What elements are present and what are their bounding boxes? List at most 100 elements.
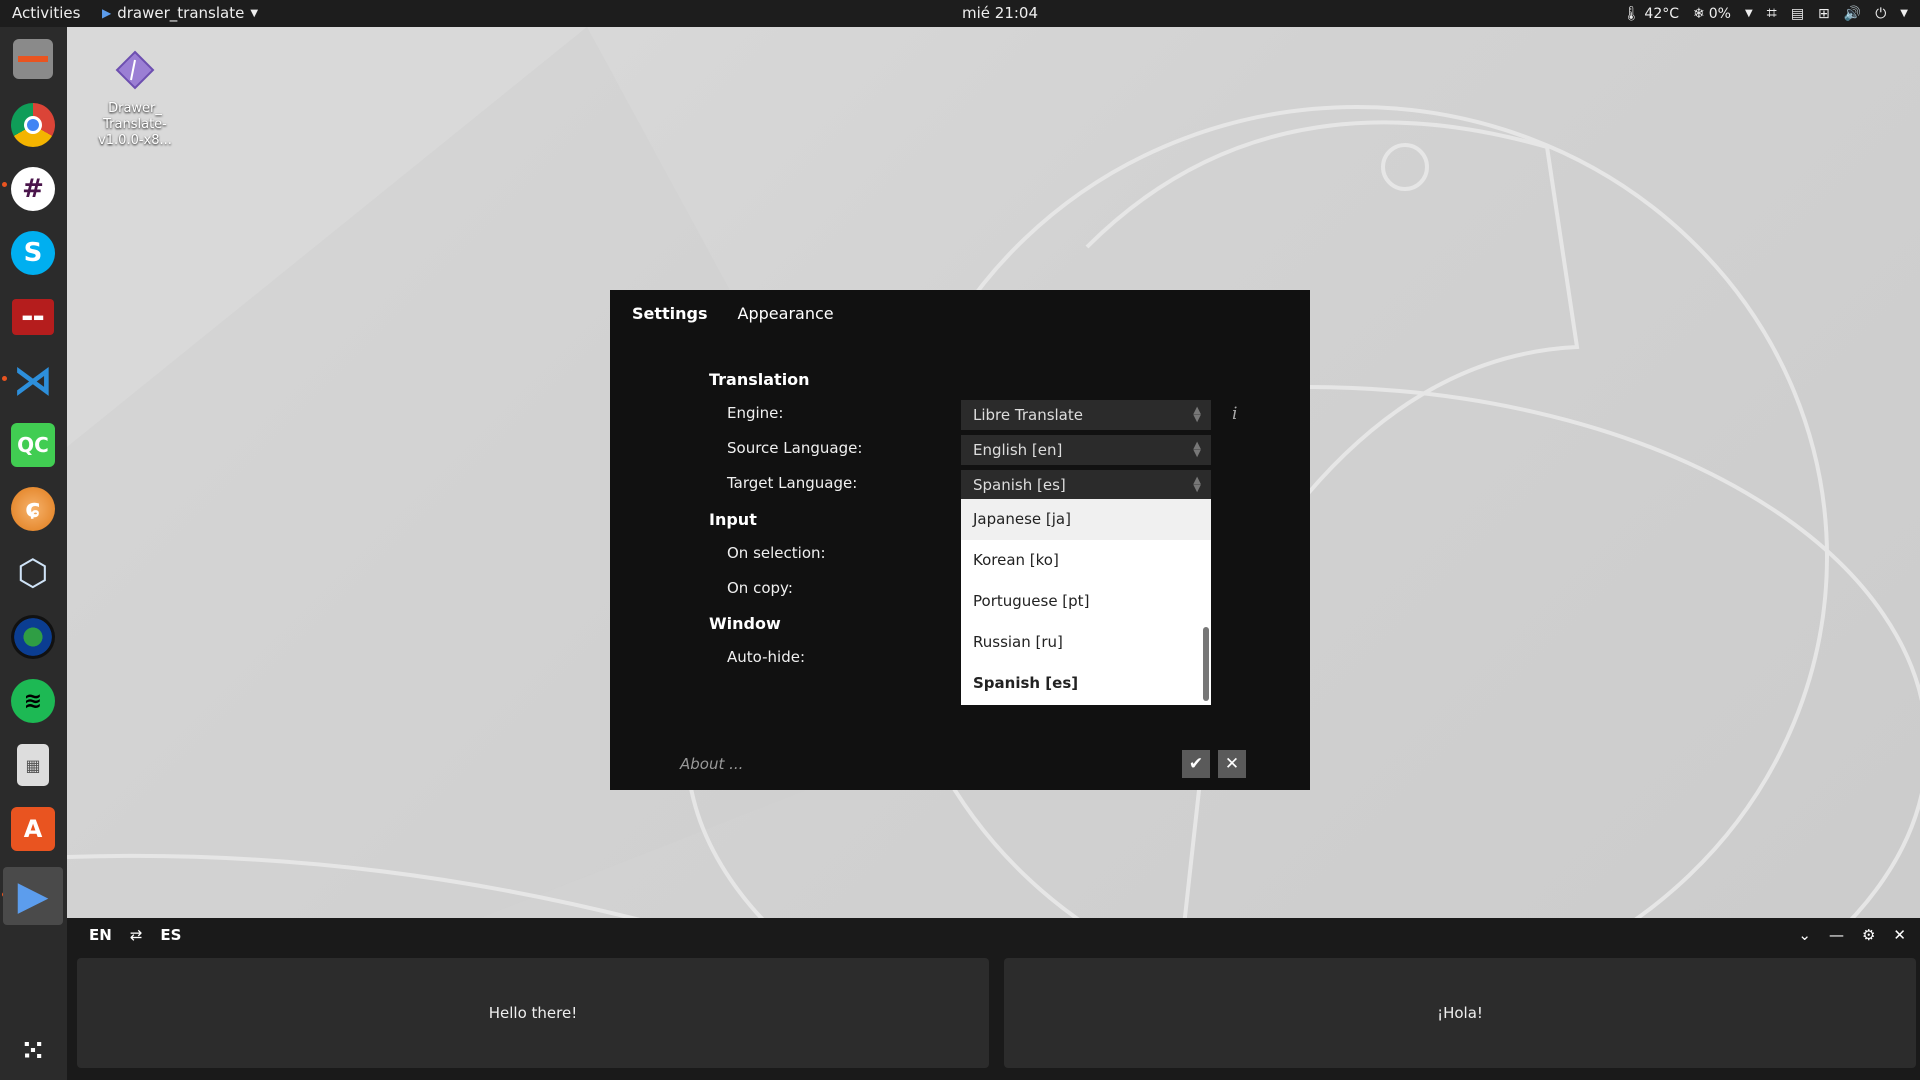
- show-applications-button[interactable]: ⁙: [8, 1025, 58, 1075]
- gear-icon[interactable]: ⚙: [1862, 926, 1875, 944]
- software-bag-icon: A: [11, 807, 55, 851]
- swap-languages-icon[interactable]: ⇄: [130, 926, 143, 944]
- file-cabinet-icon: [13, 39, 53, 79]
- dock-qtcreator[interactable]: QC: [8, 420, 58, 470]
- qtcreator-icon: QC: [11, 423, 55, 467]
- updown-icon: ▲ ▼: [1193, 405, 1201, 424]
- volume-icon[interactable]: 🔊: [1844, 6, 1861, 22]
- top-bar: Activities ▶ drawer_translate ▼ mié 21:0…: [0, 0, 1920, 27]
- on-copy-label: On copy:: [727, 579, 793, 597]
- vscode-icon: ⋊: [13, 358, 53, 404]
- virtualbox-cube-icon: ⬡: [17, 552, 49, 594]
- clock[interactable]: mié 21:04: [962, 4, 1038, 22]
- desktop-file-label-3: v1.0.0-x8...: [98, 133, 172, 148]
- confirm-button[interactable]: ✔: [1182, 750, 1210, 778]
- dock-virtualbox[interactable]: ⬡: [8, 548, 58, 598]
- calculator-icon: ▦: [17, 744, 49, 786]
- dock-meld[interactable]: ɕ: [8, 484, 58, 534]
- dock-drawer-translate[interactable]: ▶: [3, 867, 63, 925]
- target-language-label: Target Language:: [727, 474, 858, 492]
- tab-settings[interactable]: Settings: [632, 304, 708, 323]
- dropdown-option-portuguese[interactable]: Portuguese [pt]: [961, 581, 1211, 622]
- engine-value: Libre Translate: [973, 406, 1083, 424]
- slack-tray-icon[interactable]: ⌗: [1767, 3, 1777, 24]
- updown-icon: ▲ ▼: [1193, 440, 1201, 459]
- power-icon[interactable]: ⏻: [1875, 6, 1886, 22]
- updown-icon: ▲ ▼: [1193, 475, 1201, 494]
- checkmark-icon: ✔: [1188, 754, 1204, 774]
- network-icon[interactable]: ⊞: [1818, 6, 1830, 22]
- slack-icon: #: [11, 167, 55, 211]
- section-window: Window: [709, 614, 781, 633]
- target-language-dropdown: Japanese [ja] Korean [ko] Portuguese [pt…: [961, 499, 1211, 705]
- settings-tabs: Settings Appearance: [632, 304, 834, 323]
- dock-software-center[interactable]: A: [8, 804, 58, 854]
- app-grid-icon: ⁙: [21, 1033, 45, 1067]
- auto-hide-label: Auto-hide:: [727, 648, 805, 666]
- skype-icon: S: [11, 231, 55, 275]
- fan-icon: ❄: [1693, 5, 1705, 22]
- dropdown-option-spanish[interactable]: Spanish [es]: [961, 663, 1211, 704]
- cancel-button[interactable]: ✕: [1218, 750, 1246, 778]
- dock-spotify[interactable]: ≋: [8, 676, 58, 726]
- dock-calculator[interactable]: ▦: [8, 740, 58, 790]
- section-translation: Translation: [709, 370, 810, 389]
- engine-label: Engine:: [727, 404, 784, 422]
- dropdown-option-korean[interactable]: Korean [ko]: [961, 540, 1211, 581]
- target-text-pane[interactable]: ¡Hola!: [1004, 958, 1916, 1068]
- close-icon: ✕: [1224, 754, 1240, 774]
- settings-dialog: Settings Appearance Translation Engine: …: [610, 290, 1310, 790]
- notes-tray-icon[interactable]: ▤: [1791, 6, 1804, 22]
- section-input: Input: [709, 510, 757, 529]
- dock-chrome[interactable]: [8, 100, 58, 150]
- running-indicator: [2, 182, 7, 187]
- desktop-file-label-2: Translate-: [103, 117, 167, 132]
- about-link[interactable]: About ...: [680, 755, 743, 773]
- app-menu-label: drawer_translate: [117, 4, 245, 22]
- chrome-icon: [11, 103, 55, 147]
- dock-files[interactable]: [8, 34, 58, 84]
- app-icon: ▶: [102, 6, 112, 20]
- dock-slack[interactable]: #: [8, 164, 58, 214]
- close-icon[interactable]: ✕: [1893, 926, 1906, 944]
- desktop-file-icon[interactable]: Drawer_ Translate- v1.0.0-x8...: [95, 50, 175, 149]
- running-indicator: [2, 376, 7, 381]
- dock-skype[interactable]: S: [8, 228, 58, 278]
- chevron-down-icon[interactable]: ▼: [1745, 8, 1753, 19]
- dropdown-option-japanese[interactable]: Japanese [ja]: [961, 499, 1211, 540]
- desktop-file-label-1: Drawer_: [108, 101, 162, 116]
- info-icon[interactable]: i: [1232, 404, 1237, 424]
- language-bar: EN ⇄ ES: [89, 926, 181, 944]
- temperature-label[interactable]: 42°C: [1644, 6, 1679, 22]
- tab-appearance[interactable]: Appearance: [738, 304, 834, 323]
- dock: # S ▬▬ ⋊ QC ɕ ⬡ ≋ ▦ A ▶ ⁙: [0, 27, 67, 1080]
- dock-vscode[interactable]: ⋊: [8, 356, 58, 406]
- system-tray: 🌡 42°C ❄ 0% ▼ ⌗ ▤ ⊞ 🔊 ⏻ ▼: [1623, 3, 1908, 24]
- dropdown-option-russian[interactable]: Russian [ru]: [961, 622, 1211, 663]
- meld-icon: ɕ: [11, 487, 55, 531]
- camera-lens-icon: [11, 615, 55, 659]
- engine-select[interactable]: Libre Translate ▲ ▼: [961, 400, 1211, 430]
- activities-button[interactable]: Activities: [12, 4, 80, 22]
- dock-camera[interactable]: [8, 612, 58, 662]
- source-text-pane[interactable]: Hello there!: [77, 958, 989, 1068]
- chevron-down-icon[interactable]: ▼: [1900, 8, 1908, 19]
- source-language-select[interactable]: English [en] ▲ ▼: [961, 435, 1211, 465]
- target-language-select[interactable]: Spanish [es] ▲ ▼: [961, 470, 1211, 500]
- drawer-translate-icon: ▶: [17, 873, 49, 919]
- spotify-icon: ≋: [11, 679, 55, 723]
- thermometer-icon: 🌡: [1622, 5, 1641, 22]
- target-language-button[interactable]: ES: [160, 926, 181, 944]
- source-text: Hello there!: [488, 1004, 578, 1022]
- app-menu[interactable]: ▶ drawer_translate ▼: [102, 4, 258, 22]
- source-language-label: Source Language:: [727, 439, 863, 457]
- fan-label[interactable]: 0%: [1709, 6, 1731, 22]
- translator-drawer: EN ⇄ ES ⌄ — ⚙ ✕ Hello there! ¡Hola!: [67, 918, 1920, 1080]
- source-language-button[interactable]: EN: [89, 926, 112, 944]
- source-language-value: English [en]: [973, 441, 1063, 459]
- terminal-icon: ▬▬: [12, 299, 54, 335]
- minimize-icon[interactable]: —: [1829, 926, 1844, 944]
- chevron-down-icon[interactable]: ⌄: [1798, 926, 1811, 944]
- dropdown-scrollbar[interactable]: [1203, 627, 1209, 701]
- dock-terminal[interactable]: ▬▬: [8, 292, 58, 342]
